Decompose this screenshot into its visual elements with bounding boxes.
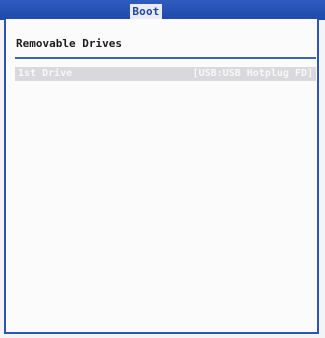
drive-label: 1st Drive bbox=[18, 68, 73, 79]
tab-boot[interactable]: Boot bbox=[130, 4, 162, 20]
section-divider bbox=[15, 57, 316, 59]
section-title: Removable Drives bbox=[16, 37, 122, 50]
drive-value[interactable]: [USB:USB Hotplug FD] bbox=[193, 67, 313, 81]
drive-row-1st[interactable]: 1st Drive [USB:USB Hotplug FD] bbox=[15, 67, 316, 81]
bios-top-bar: Boot bbox=[0, 0, 325, 20]
boot-panel: Removable Drives 1st Drive [USB:USB Hotp… bbox=[4, 19, 319, 334]
